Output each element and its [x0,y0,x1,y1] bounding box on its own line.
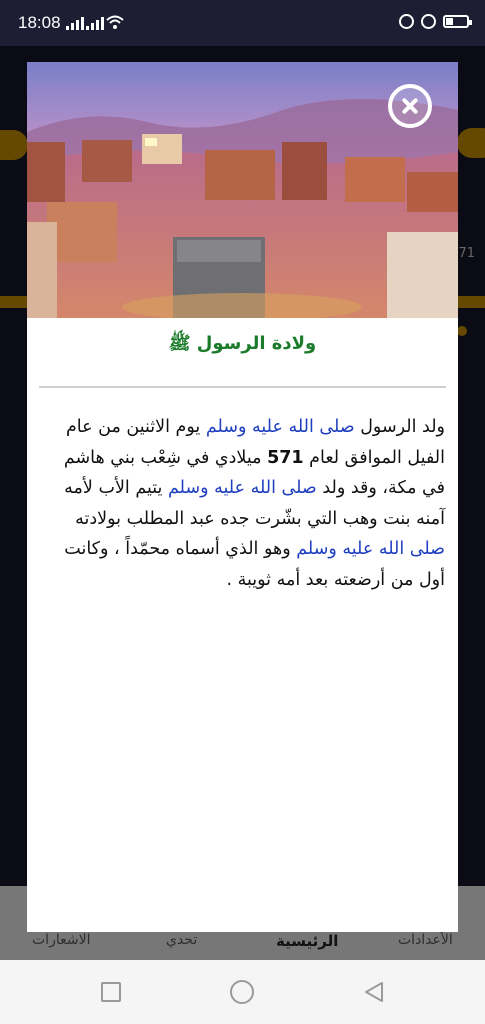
dialog-body-text: ولد الرسول صلى الله عليه وسلم يوم الاثني… [41,412,445,595]
body-text: ولد الرسول [354,417,445,437]
signal-icon-2 [86,16,104,30]
battery-icon [443,15,472,28]
dialog-title: ولادة الرسول ﷺ [168,333,317,354]
back-icon[interactable] [362,980,386,1004]
lock-rotation-icon [399,14,414,29]
title-divider [39,386,446,388]
close-button[interactable] [388,84,432,128]
salawat-text: صلى الله عليه وسلم [168,478,317,498]
year-number: 571 [267,447,304,468]
signal-icon [66,16,84,30]
salawat-text: صلى الله عليه وسلم [296,539,445,559]
wifi-icon [106,15,124,29]
salawat-text: صلى الله عليه وسلم [205,417,355,437]
story-dialog: ولادة الرسول ﷺ ولد الرسول صلى الله عليه … [27,62,458,932]
system-navigation-bar [0,960,485,1024]
status-bar: 18:08 [0,0,485,46]
alarm-icon [421,14,436,29]
home-icon[interactable] [230,980,254,1004]
recents-icon[interactable] [101,982,121,1002]
status-time: 18:08 [18,13,61,32]
